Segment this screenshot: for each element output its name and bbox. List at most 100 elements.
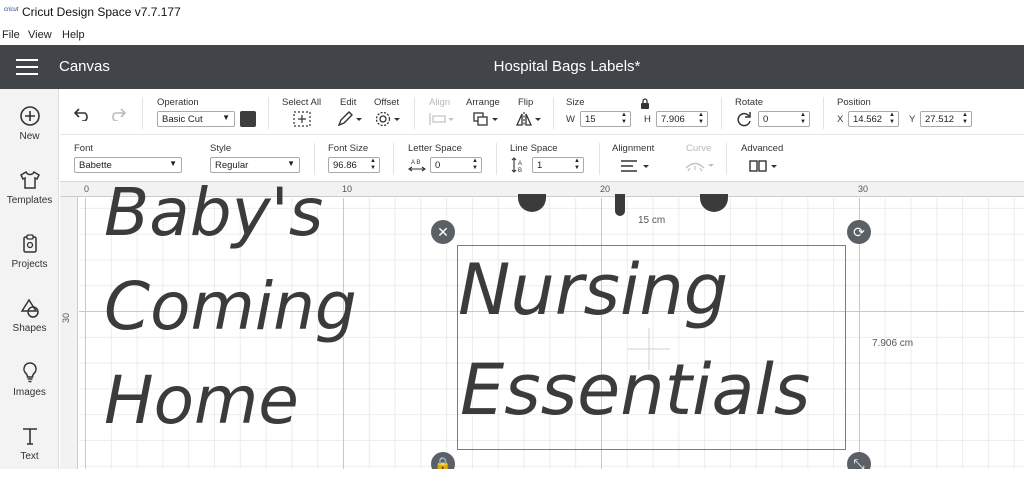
sidebar-item-shapes[interactable]: Shapes xyxy=(0,289,59,349)
cricut-app-icon: cricut xyxy=(4,7,19,13)
curve-label: Curve xyxy=(686,143,712,154)
edit-pencil-icon[interactable] xyxy=(337,111,363,127)
height-dimension-label: 7.906 cm xyxy=(872,338,914,349)
lightbulb-icon xyxy=(22,362,37,383)
line-space-input[interactable]: 1 ▲ ▼ xyxy=(532,157,584,173)
align-label: Align xyxy=(429,97,451,108)
letter-space-label: Letter Space xyxy=(408,143,462,154)
font-size-input[interactable]: 96.86 ▲ ▼ xyxy=(328,157,380,173)
offset-label: Offset xyxy=(374,97,400,108)
projects-icon xyxy=(22,234,37,253)
text-line-3: Home xyxy=(104,362,299,439)
ruler-tick-30: 30 xyxy=(858,184,869,194)
ruler-tick-v30: 30 xyxy=(61,312,72,324)
shapes-icon xyxy=(20,298,39,318)
lock-handle-icon[interactable]: 🔒 xyxy=(431,452,455,469)
size-label: Size xyxy=(566,97,585,108)
select-all-icon[interactable] xyxy=(293,111,311,127)
alignment-icon[interactable] xyxy=(620,159,652,173)
operation-select[interactable]: Basic Cut ▼ xyxy=(157,111,235,127)
letter-space-value: 0 xyxy=(435,160,441,171)
text-line-nursing: Nursing xyxy=(458,249,729,331)
vertical-ruler: 30 xyxy=(60,197,78,469)
text-icon xyxy=(22,428,37,445)
rotate-handle-icon[interactable]: ⟳ xyxy=(847,220,871,244)
rotate-input[interactable]: 0 ▲ ▼ xyxy=(758,111,810,127)
sidebar-label-images: Images xyxy=(13,387,46,398)
advanced-icon[interactable] xyxy=(749,159,779,173)
width-label: W xyxy=(566,114,575,125)
letter-space-icon: A B xyxy=(408,160,426,172)
redo-icon[interactable] xyxy=(108,107,126,121)
sidebar-item-templates[interactable]: Templates xyxy=(0,161,59,221)
font-label: Font xyxy=(74,143,94,154)
x-label: X xyxy=(837,114,844,125)
edit-label: Edit xyxy=(340,97,357,108)
chevron-down-icon: ▼ xyxy=(222,113,230,122)
ruler-tick-20: 20 xyxy=(600,184,611,194)
stepper-icon: ▲ ▼ xyxy=(889,112,895,125)
menu-help[interactable]: Help xyxy=(62,29,85,41)
position-y-input[interactable]: 27.512 ▲ ▼ xyxy=(920,111,972,127)
sidebar-item-new[interactable]: New xyxy=(0,97,59,157)
line-space-label: Line Space xyxy=(510,143,558,154)
alignment-label: Alignment xyxy=(612,143,655,154)
svg-text:B: B xyxy=(518,168,522,173)
offset-icon[interactable] xyxy=(374,111,402,127)
undo-icon[interactable] xyxy=(74,107,92,121)
sidebar-label-projects: Projects xyxy=(11,259,48,270)
width-value: 15 xyxy=(585,114,596,125)
window-title-bar: cricut Cricut Design Space v7.7.177 xyxy=(0,0,1024,26)
arrange-icon[interactable] xyxy=(472,111,500,127)
rotate-value: 0 xyxy=(763,114,769,125)
nursing-essentials-text[interactable]: Nursing Essentials xyxy=(458,240,847,440)
style-label: Style xyxy=(210,143,232,154)
operation-color-swatch[interactable] xyxy=(240,111,256,127)
selection-bounding-box[interactable]: Nursing Essentials xyxy=(457,245,846,450)
menu-file[interactable]: File xyxy=(2,29,20,41)
width-input[interactable]: 15 ▲ ▼ xyxy=(580,111,631,127)
shirt-icon xyxy=(19,170,40,189)
rotate-label: Rotate xyxy=(735,97,763,108)
stepper-icon: ▲ ▼ xyxy=(698,112,704,125)
baby-coming-home-text[interactable]: Baby's Coming Home xyxy=(104,182,357,448)
design-canvas[interactable]: 0 10 20 30 30 Baby's Coming Home 15 cm 7… xyxy=(60,182,1024,469)
menu-view[interactable]: View xyxy=(28,29,52,41)
edit-toolbar: Operation Basic Cut ▼ Select All Edit Off… xyxy=(60,89,1024,135)
height-value: 7.906 xyxy=(661,114,685,125)
app-header: Canvas Hospital Bags Labels* xyxy=(0,45,1024,89)
y-label: Y xyxy=(909,114,916,125)
svg-text:A B: A B xyxy=(411,160,420,166)
stepper-icon: ▲ ▼ xyxy=(800,112,806,125)
font-value: Babette xyxy=(79,160,112,171)
height-label: H xyxy=(644,114,651,125)
stepper-icon: ▲ ▼ xyxy=(472,158,478,171)
text-line-essentials: Essentials xyxy=(460,349,811,431)
letter-space-input[interactable]: 0 ▲ ▼ xyxy=(430,157,482,173)
sidebar-item-text[interactable]: Text xyxy=(0,417,59,477)
sidebar-label-templates: Templates xyxy=(6,195,53,206)
sidebar-label-text: Text xyxy=(20,451,39,462)
menu-bar: File View Help xyxy=(0,27,1024,44)
sidebar-item-projects[interactable]: Projects xyxy=(0,225,59,285)
width-dimension-label: 15 cm xyxy=(638,215,666,226)
height-input[interactable]: 7.906 ▲ ▼ xyxy=(656,111,708,127)
align-icon xyxy=(429,113,454,125)
lock-icon[interactable] xyxy=(640,98,650,110)
position-x-value: 14.562 xyxy=(853,114,883,125)
font-select[interactable]: Babette ▼ xyxy=(74,157,182,173)
ruler-tick-0: 0 xyxy=(84,184,90,194)
delete-handle-icon[interactable]: ✕ xyxy=(431,220,455,244)
line-space-value: 1 xyxy=(537,160,543,171)
stepper-icon: ▲ ▼ xyxy=(574,158,580,171)
sidebar-item-images[interactable]: Images xyxy=(0,353,59,413)
advanced-label: Advanced xyxy=(741,143,784,154)
position-y-value: 27.512 xyxy=(925,114,955,125)
select-all-label: Select All xyxy=(282,97,322,108)
flip-icon[interactable] xyxy=(515,111,543,127)
position-x-input[interactable]: 14.562 ▲ ▼ xyxy=(848,111,899,127)
resize-handle-icon[interactable]: ⤡ xyxy=(847,452,871,469)
svg-text:A: A xyxy=(518,161,522,167)
left-sidebar: New Templates Projects Shapes Images Tex… xyxy=(0,89,59,469)
style-select[interactable]: Regular ▼ xyxy=(210,157,300,173)
